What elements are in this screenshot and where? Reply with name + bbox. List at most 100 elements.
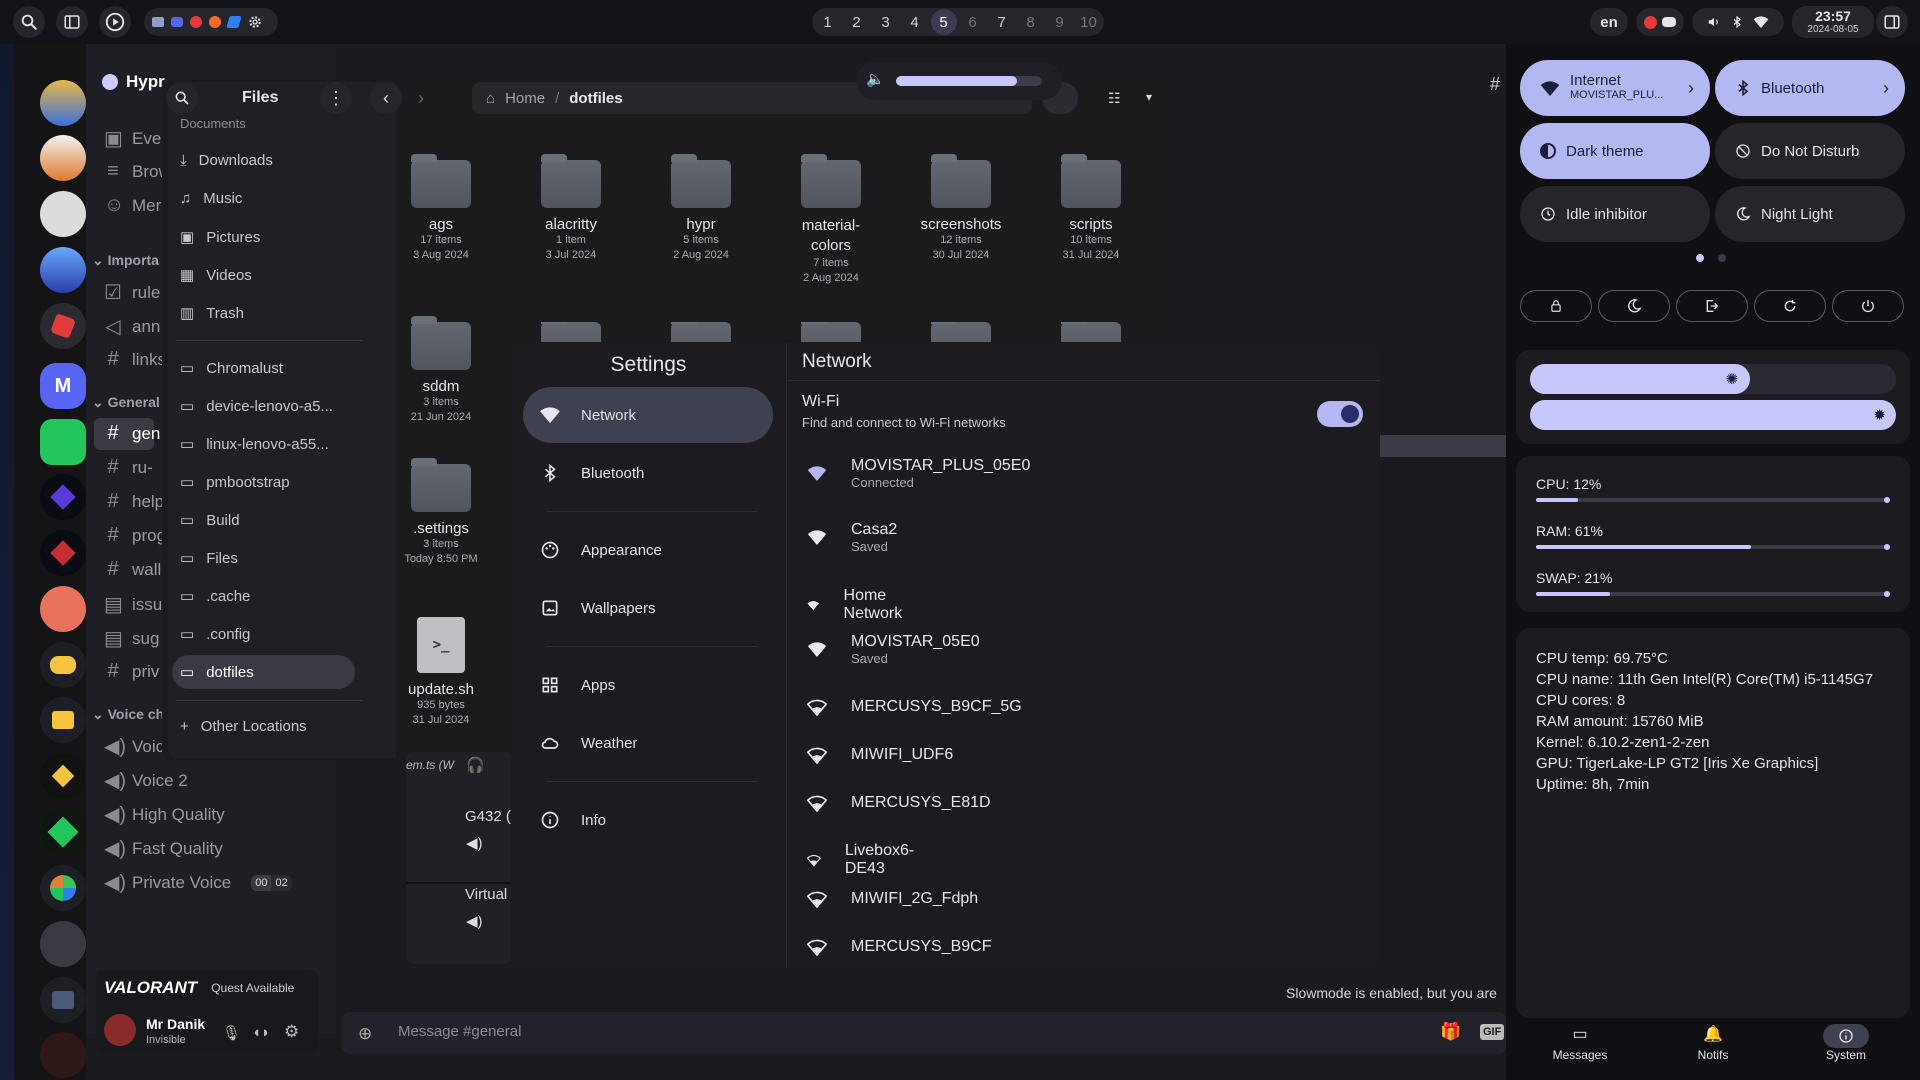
folder-hidden-row[interactable] — [1026, 322, 1156, 342]
nav-weather[interactable]: Weather — [523, 715, 773, 771]
channel-ru[interactable]: # ru- — [104, 456, 152, 479]
voice-channel-fast-quality[interactable]: ◀) Fast Quality — [104, 836, 223, 861]
breadcrumb-dotfiles[interactable]: dotfiles — [569, 90, 622, 107]
server-folder[interactable] — [40, 865, 86, 911]
network-item[interactable]: Livebox6-DE43 — [807, 842, 920, 878]
folder-icon[interactable] — [40, 697, 86, 743]
tab-messages[interactable]: ▭ Messages — [1540, 1024, 1620, 1062]
sleep-button[interactable] — [1598, 290, 1670, 322]
workspace-10[interactable]: 10 — [1076, 9, 1102, 35]
nav-appearance[interactable]: Appearance — [523, 522, 773, 578]
server-icon[interactable] — [40, 135, 86, 181]
attach-icon[interactable]: ⊕ — [358, 1024, 372, 1044]
bluetooth-tile[interactable]: Bluetooth › — [1715, 60, 1905, 116]
folder-hidden-row[interactable] — [766, 322, 896, 342]
server-icon[interactable] — [40, 921, 86, 967]
server-icon[interactable] — [40, 247, 86, 293]
channel-wallpapers[interactable]: # wall — [104, 558, 161, 581]
gift-icon[interactable]: 🎁 — [1440, 1022, 1461, 1042]
do-not-disturb-tile[interactable]: Do Not Disturb — [1715, 123, 1905, 179]
folder-settings[interactable]: .settings 3 items Today 8:50 PM — [376, 458, 506, 567]
user-name[interactable]: Mr Danik — [146, 1016, 205, 1032]
files-search-icon[interactable] — [166, 82, 198, 114]
activity-row[interactable]: VALORANT Quest Available — [104, 978, 294, 998]
speaker-icon[interactable]: ◀) — [466, 834, 483, 852]
tab-system[interactable]: System — [1806, 1024, 1886, 1062]
sidebar-toggle-icon[interactable] — [56, 6, 88, 38]
gif-icon[interactable]: GIF — [1480, 1024, 1505, 1040]
discord-icon[interactable] — [171, 17, 183, 27]
discord-tray-icon[interactable] — [1662, 17, 1676, 27]
search-icon[interactable] — [13, 6, 45, 38]
network-item[interactable]: MERCUSYS_B9CF_5G — [807, 698, 1022, 716]
logout-button[interactable] — [1676, 290, 1748, 322]
internet-tile[interactable]: Internet MOVISTAR_PLU... › — [1520, 60, 1710, 116]
clock[interactable]: 23:57 2024-08-05 — [1792, 6, 1874, 38]
sidebar-device-lenovo[interactable]: ▭ device-lenovo-a5... — [180, 397, 333, 416]
channel-suggestions[interactable]: ▤ sug — [104, 626, 159, 651]
folder-hidden-row[interactable] — [506, 322, 636, 342]
back-icon[interactable]: ‹ — [370, 82, 402, 114]
brightness-slider[interactable]: ✺ — [1530, 364, 1896, 394]
nav-bluetooth[interactable]: Bluetooth — [523, 445, 773, 501]
tab-notifs[interactable]: 🔔 Notifs — [1673, 1024, 1753, 1062]
page-dot-active[interactable] — [1696, 254, 1704, 262]
voice-channel-2[interactable]: ◀) Voice 2 — [104, 768, 188, 793]
folder-sddm[interactable]: sddm 3 items 21 Jun 2024 — [376, 316, 506, 425]
voice-channel-private[interactable]: ◀) Private Voice 00 02 — [104, 870, 292, 895]
network-item[interactable]: MOVISTAR_05E0 Saved — [807, 633, 980, 666]
gear-icon[interactable] — [247, 14, 263, 30]
network-item[interactable]: Home Network — [807, 587, 910, 623]
network-item[interactable]: MIWIFI_UDF6 — [807, 746, 953, 764]
message-input[interactable]: Message #general — [398, 1023, 521, 1040]
folder-alacritty[interactable]: alacritty 1 item 3 Jul 2024 — [506, 154, 636, 263]
server-icon[interactable] — [40, 530, 86, 576]
keyboard-language[interactable]: en — [1590, 8, 1628, 36]
server-header[interactable]: Hypr — [102, 72, 165, 92]
browser-icon[interactable] — [209, 16, 221, 28]
settings-gear-icon[interactable]: ⚙ — [284, 1022, 299, 1042]
channel-links[interactable]: # links — [104, 348, 166, 371]
sidebar-videos[interactable]: ▦ Videos — [180, 266, 252, 285]
folder-hidden-row[interactable] — [896, 322, 1026, 342]
restart-button[interactable] — [1754, 290, 1826, 322]
server-icon[interactable] — [40, 586, 86, 632]
server-icon[interactable] — [40, 809, 86, 855]
sidebar-documents[interactable]: Documents — [180, 116, 246, 131]
workspace-1[interactable]: 1 — [815, 9, 841, 35]
sidebar-linux-lenovo[interactable]: ▭ linux-lenovo-a55... — [180, 435, 329, 454]
night-light-tile[interactable]: Night Light — [1715, 186, 1905, 242]
server-icon[interactable] — [40, 1032, 86, 1078]
network-item[interactable]: MIWIFI_2G_Fdph — [807, 890, 978, 908]
record-indicator-icon[interactable] — [1644, 15, 1657, 29]
forward-icon[interactable]: › — [418, 88, 424, 109]
vscode-icon[interactable] — [226, 16, 242, 28]
sidebar-trash[interactable]: ▥ Trash — [180, 304, 244, 323]
media-play-icon[interactable] — [99, 6, 131, 38]
nav-wallpapers[interactable]: Wallpapers — [523, 580, 773, 636]
channel-announcements[interactable]: ◁ ann — [104, 314, 160, 339]
microphone-icon[interactable]: 🎙 — [222, 1024, 241, 1042]
speaker-icon[interactable]: ◀) — [466, 912, 483, 930]
view-list-icon[interactable]: ☷ — [1108, 90, 1121, 107]
sidebar-chromalust[interactable]: ▭ Chromalust — [180, 359, 283, 378]
channel-browse[interactable]: ≡ Brow — [104, 160, 171, 183]
category-general[interactable]: ⌄ General — [92, 394, 160, 411]
workspace-7[interactable]: 7 — [989, 9, 1015, 35]
nav-info[interactable]: Info — [523, 792, 773, 848]
network-item[interactable]: MERCUSYS_E81D — [807, 794, 991, 812]
sidebar-music[interactable]: ♫ Music — [180, 190, 242, 207]
workspace-6[interactable]: 6 — [960, 9, 986, 35]
volume-slider[interactable] — [896, 76, 1042, 86]
folder-scripts[interactable]: scripts 10 items 31 Jul 2024 — [1026, 154, 1156, 263]
idle-inhibitor-tile[interactable]: Idle inhibitor — [1520, 186, 1710, 242]
server-icon[interactable] — [40, 80, 86, 126]
workspace-5[interactable]: 5 — [930, 9, 957, 35]
nav-apps[interactable]: Apps — [523, 657, 773, 713]
voice-channel-1[interactable]: ◀) Voic — [104, 734, 164, 759]
sidebar-pmbootstrap[interactable]: ▭ pmbootstrap — [180, 473, 290, 492]
lock-button[interactable] — [1520, 290, 1592, 322]
folder-screenshots[interactable]: screenshots 12 items 30 Jul 2024 — [896, 154, 1026, 263]
channel-events[interactable]: ▣ Eve — [104, 126, 161, 151]
channel-programming[interactable]: # prog — [104, 524, 166, 547]
